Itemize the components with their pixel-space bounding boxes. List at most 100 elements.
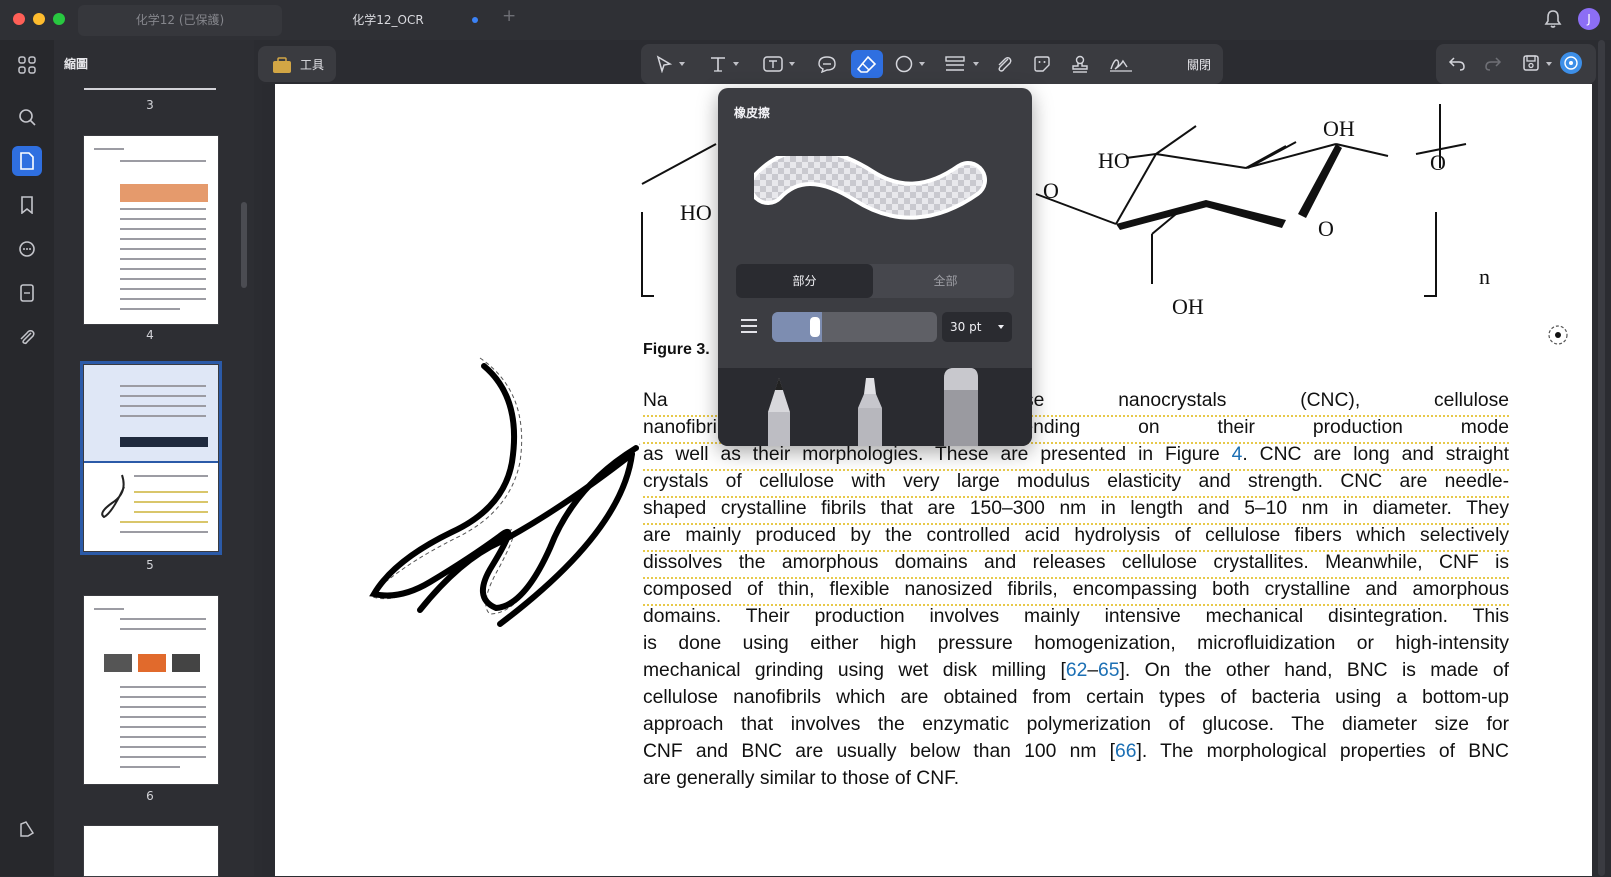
thumbnails-icon[interactable]: [12, 146, 42, 176]
text-line[interactable]: composed of thin, flexible nanosized fib…: [643, 579, 1509, 601]
chevron-down-icon: [998, 325, 1004, 329]
page-thumbnail-7[interactable]: [83, 825, 219, 877]
textbox-tool-button[interactable]: [759, 50, 799, 78]
text-line[interactable]: crystals of cellulose with very large mo…: [643, 471, 1509, 493]
chevron-down-icon[interactable]: [1546, 62, 1552, 66]
undo-icon[interactable]: [1448, 54, 1466, 72]
left-rail: [0, 40, 54, 876]
size-value: 30 pt: [950, 320, 982, 334]
text-line[interactable]: as well as their morphologies. These are…: [643, 444, 1509, 466]
comment-icon: [818, 56, 836, 73]
text-tool-button[interactable]: [705, 50, 745, 78]
chem-label: OH: [1323, 116, 1355, 141]
page-number: 3: [146, 98, 154, 112]
text-line[interactable]: mechanical grinding using wet disk milli…: [643, 660, 1509, 682]
chem-label: n: [1479, 264, 1490, 289]
text-line[interactable]: CNF and BNC are usually below than 100 n…: [643, 741, 1509, 763]
sticker-icon: [1034, 56, 1050, 72]
signature-tool-button[interactable]: [1105, 50, 1137, 78]
page-thumbnail-5[interactable]: [80, 361, 222, 555]
cursor-icon: [656, 55, 673, 73]
stamp-icon: [1072, 55, 1088, 73]
grid-view-icon[interactable]: [12, 50, 42, 80]
eraser-icon: [857, 55, 877, 73]
text-icon: [711, 57, 725, 72]
text-line[interactable]: approach that involves the enzymatic pol…: [643, 714, 1509, 736]
redo-icon[interactable]: [1484, 54, 1502, 72]
text-line[interactable]: domains. Their production involves mainl…: [643, 606, 1509, 628]
ai-assistant-icon[interactable]: [12, 814, 42, 844]
eraser-tool-button[interactable]: [851, 50, 883, 78]
panel-title: 縮圖: [64, 57, 89, 71]
size-dropdown[interactable]: 30 pt: [942, 312, 1012, 342]
lines-icon: [945, 56, 965, 71]
citation-link[interactable]: 66: [1115, 741, 1136, 762]
target-icon[interactable]: [1547, 324, 1569, 350]
avatar[interactable]: J: [1578, 8, 1600, 30]
marker-eraser-icon[interactable]: [852, 378, 888, 446]
document-scrollbar[interactable]: [1595, 40, 1609, 876]
citation-link[interactable]: 65: [1098, 660, 1119, 681]
page-thumbnail-4[interactable]: [83, 135, 219, 325]
size-slider[interactable]: [772, 312, 937, 342]
menu-icon[interactable]: [740, 318, 758, 334]
minimize-window-button[interactable]: [33, 13, 45, 25]
new-tab-icon[interactable]: +: [502, 6, 516, 26]
chem-label: O: [1318, 216, 1334, 241]
chem-label: O: [1430, 150, 1446, 175]
select-tool-button[interactable]: [651, 50, 691, 78]
thumbnail-panel: 縮圖 3 4 5 6: [54, 40, 254, 877]
citation-link[interactable]: 62: [1066, 660, 1087, 681]
attach-tool-button[interactable]: [991, 50, 1019, 78]
segment-partial[interactable]: 部分: [736, 264, 873, 298]
tab-label: 化学12_OCR: [352, 13, 424, 27]
notification-bell-icon[interactable]: [1544, 9, 1562, 33]
slider-handle[interactable]: [810, 317, 820, 337]
eraser-preview: [754, 156, 987, 220]
pages-icon[interactable]: [12, 278, 42, 308]
line-style-tool-button[interactable]: [941, 50, 983, 78]
pen-eraser-icon[interactable]: [764, 378, 794, 446]
ai-assistant-icon[interactable]: [1560, 52, 1582, 74]
paperclip-icon: [998, 56, 1012, 72]
block-eraser-icon[interactable]: [940, 368, 980, 446]
page-number: 5: [146, 558, 154, 572]
sticker-tool-button[interactable]: [1029, 50, 1057, 78]
toolbox-icon: [273, 57, 291, 73]
chem-label: OH: [1172, 294, 1204, 319]
page-thumbnail-6[interactable]: [83, 595, 219, 785]
comments-icon[interactable]: [12, 234, 42, 264]
chem-label: HO: [680, 200, 712, 225]
attachment-icon[interactable]: [12, 322, 42, 352]
text-line[interactable]: shaped crystalline fibrils that are 150–…: [643, 498, 1509, 520]
eraser-type-strip: [718, 368, 1032, 446]
comment-tool-button[interactable]: [813, 50, 841, 78]
text-line[interactable]: cellulose nanofibrils which are obtained…: [643, 687, 1509, 709]
popover-title: 橡皮擦: [734, 106, 771, 120]
search-icon[interactable]: [12, 102, 42, 132]
figure-link[interactable]: 4: [1232, 444, 1243, 465]
page-number: 6: [146, 789, 154, 803]
stamp-tool-button[interactable]: [1067, 50, 1095, 78]
textbox-icon: [763, 56, 783, 72]
text-line[interactable]: is done using either high pressure homog…: [643, 633, 1509, 655]
eraser-mode-segmented[interactable]: 部分 全部: [736, 264, 1014, 298]
tab-protected[interactable]: 化学12 (已保護): [78, 5, 282, 36]
shape-tool-button[interactable]: [891, 50, 931, 78]
tab-ocr[interactable]: 化学12_OCR: [286, 5, 490, 36]
close-window-button[interactable]: [13, 13, 25, 25]
close-toolbar-button[interactable]: 關閉: [1187, 56, 1211, 73]
bookmark-icon[interactable]: [12, 190, 42, 220]
text-line[interactable]: dissolves the amorphous domains and rele…: [643, 552, 1509, 574]
title-bar: 化学12 (已保護) 化学12_OCR + J: [0, 0, 1611, 40]
thumbnail-scrollbar[interactable]: [240, 92, 248, 876]
save-icon[interactable]: [1522, 54, 1540, 72]
ink-signature[interactable]: [360, 352, 660, 652]
chem-label: HO: [1098, 148, 1130, 173]
tools-button[interactable]: 工具: [258, 46, 336, 82]
text-line[interactable]: are generally similar to those of CNF.: [643, 768, 1509, 790]
text-line[interactable]: are mainly produced by the controlled ac…: [643, 525, 1509, 547]
maximize-window-button[interactable]: [53, 13, 65, 25]
unsaved-dot-icon: [472, 17, 478, 23]
segment-all[interactable]: 全部: [877, 264, 1014, 298]
